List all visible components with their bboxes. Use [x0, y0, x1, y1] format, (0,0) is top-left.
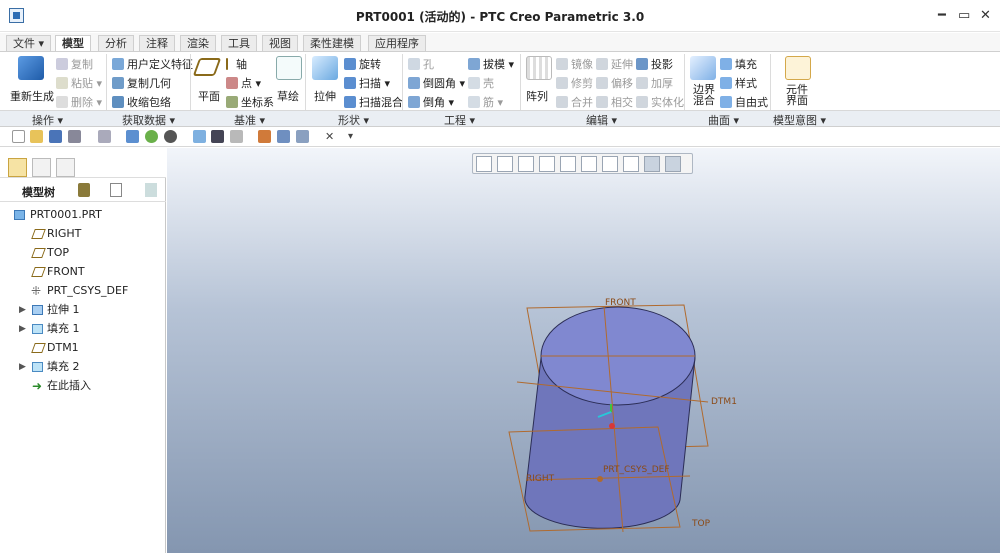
label-front: FRONT	[605, 298, 636, 308]
label-csys: PRT_CSYS_DEF	[603, 465, 670, 475]
label-dtm1: DTM1	[711, 397, 737, 407]
label-right: RIGHT	[526, 474, 555, 484]
label-top: TOP	[691, 519, 711, 529]
csys-origin-icon[interactable]	[609, 423, 615, 429]
model-geometry: FRONT DTM1 RIGHT PRT_CSYS_DEF TOP	[508, 298, 737, 533]
csys-point-icon[interactable]	[597, 476, 603, 482]
